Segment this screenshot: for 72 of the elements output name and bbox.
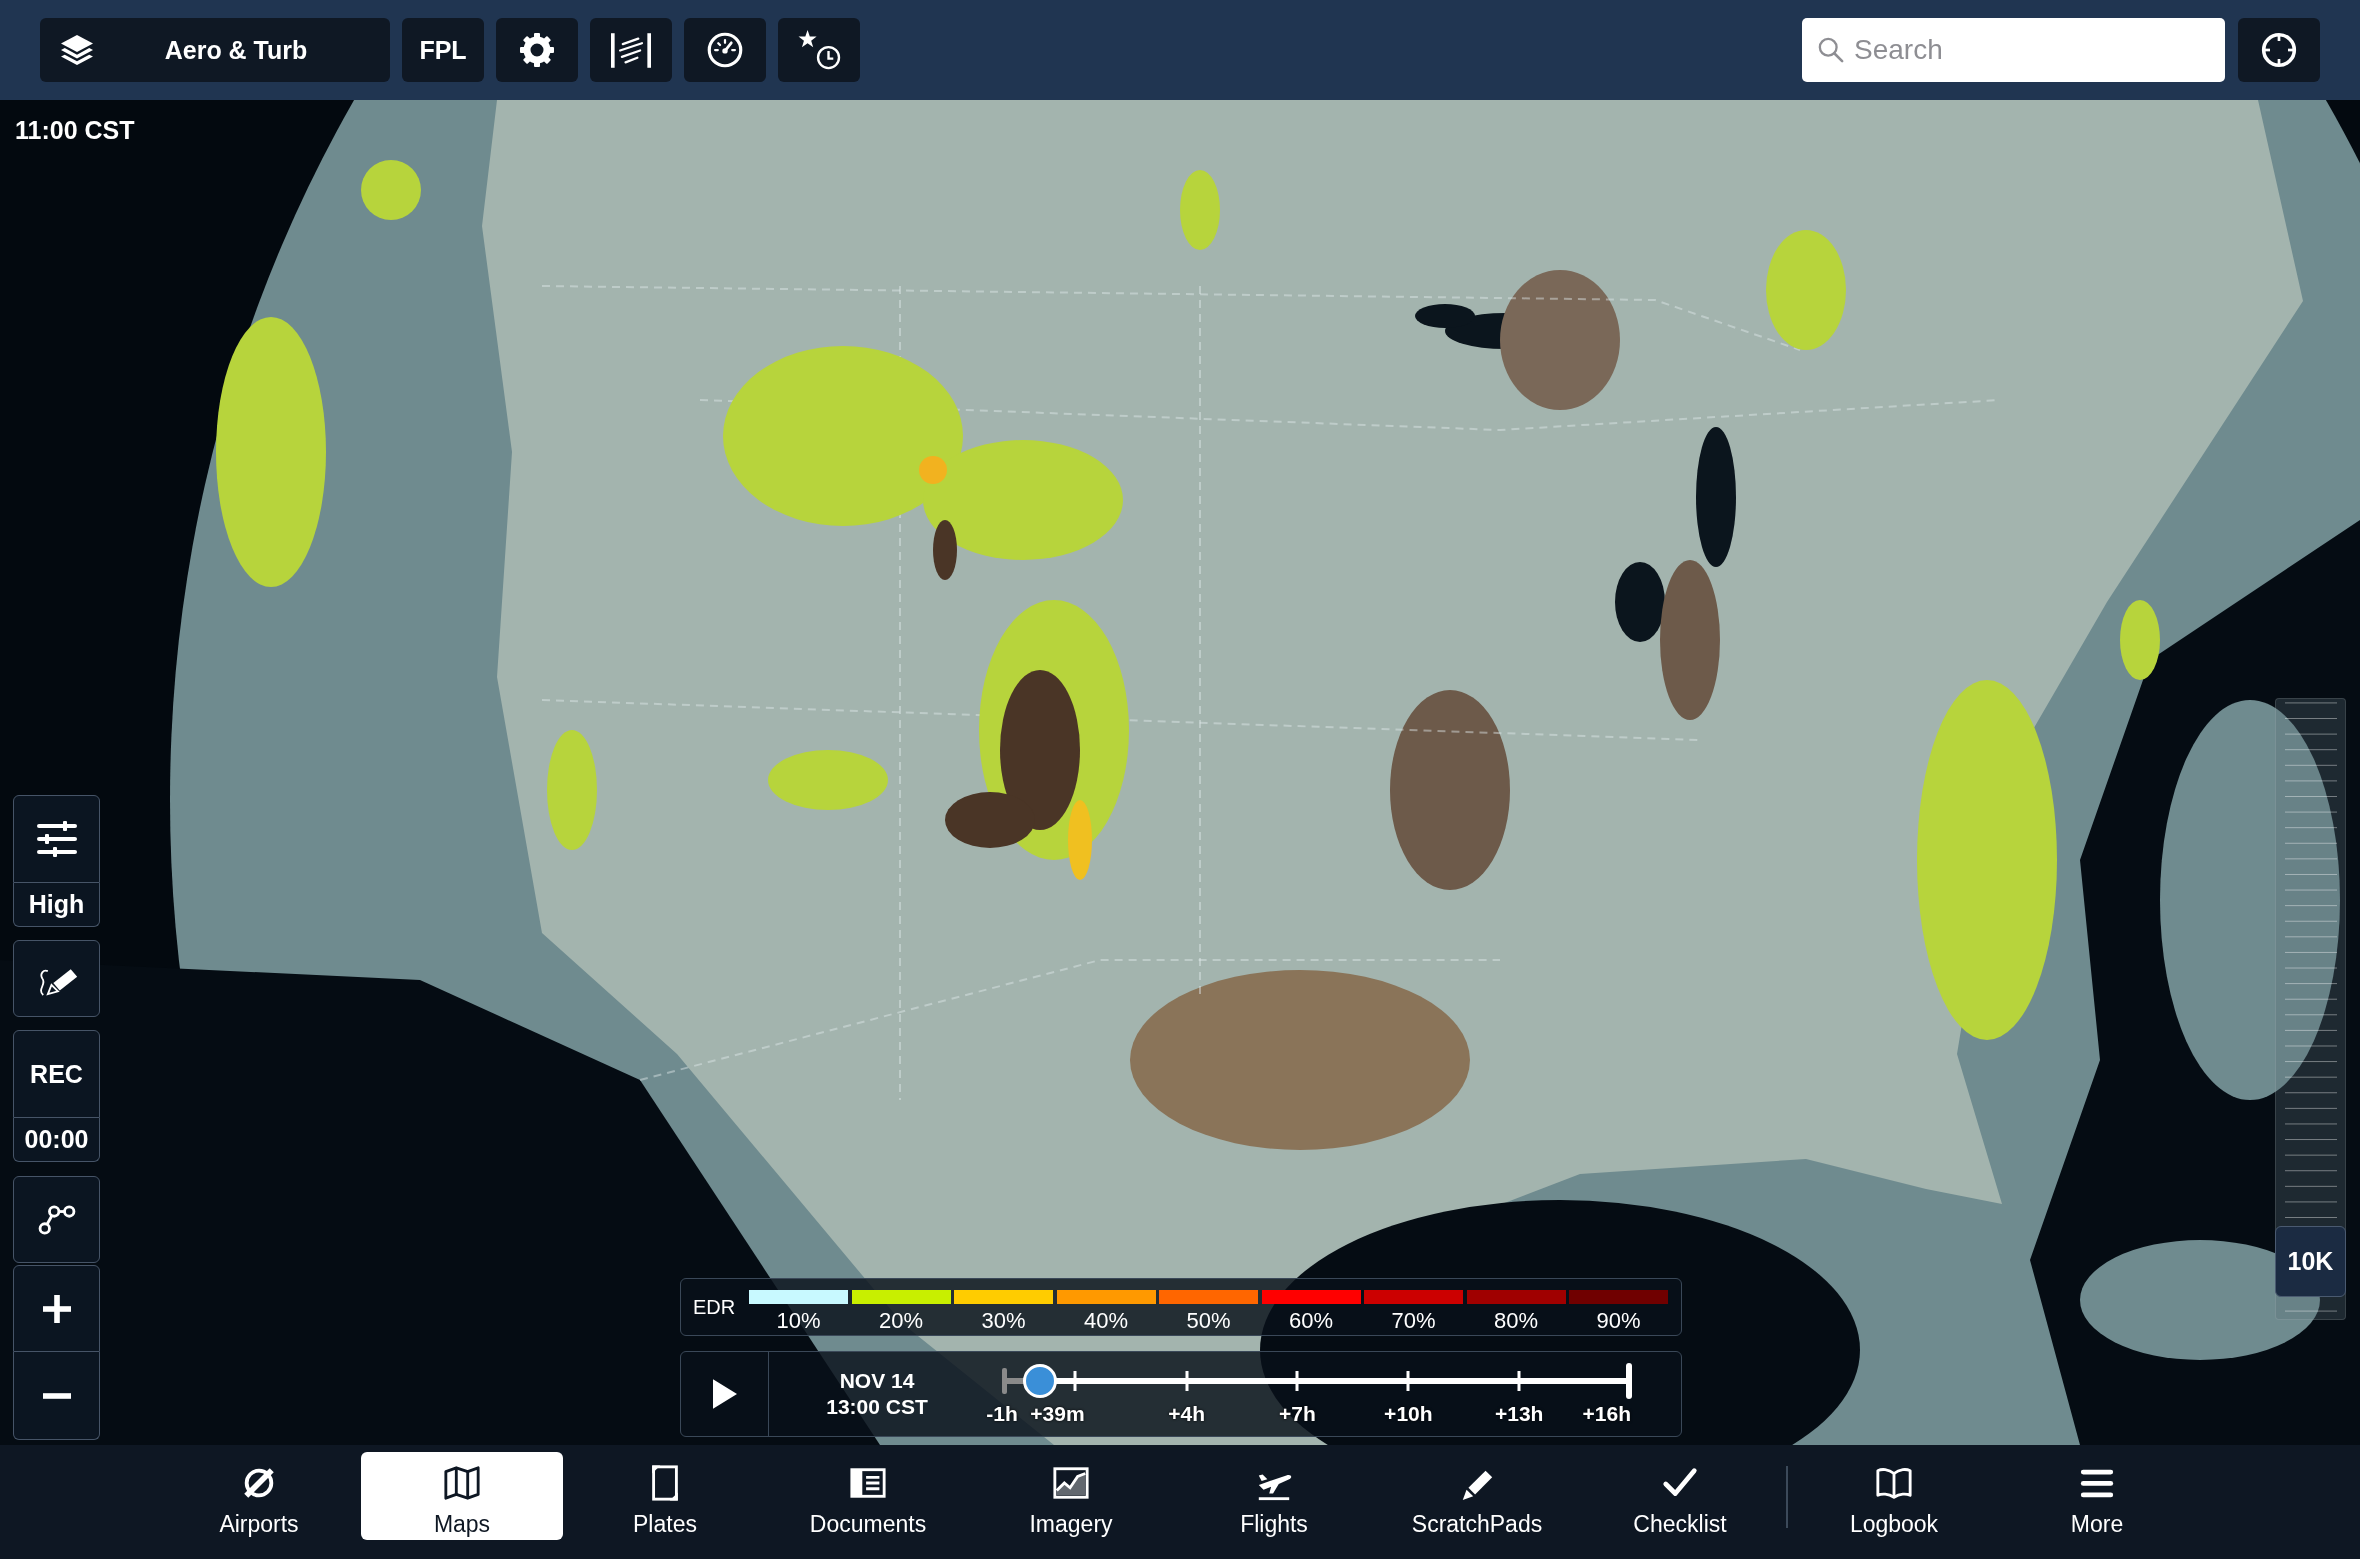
nav-tab[interactable]: Airports	[158, 1452, 360, 1540]
plus-icon	[42, 1294, 71, 1323]
star-clock-icon	[797, 30, 841, 70]
legend-label: 90%	[1596, 1310, 1641, 1332]
timeline-tick-label: -1h	[986, 1402, 1018, 1426]
nav-tab[interactable]: Documents	[767, 1452, 969, 1540]
nav-tab[interactable]: Maps	[361, 1452, 563, 1540]
legend-label: 60%	[1288, 1310, 1333, 1332]
minus-icon	[42, 1392, 71, 1399]
tick-mark	[1185, 1371, 1189, 1391]
end-marker	[1626, 1363, 1632, 1399]
zoom-in-button[interactable]	[13, 1265, 100, 1352]
map-time-label: 11:00 CST	[15, 116, 135, 145]
record-button[interactable]: REC	[13, 1030, 100, 1118]
legend-label: 40%	[1083, 1310, 1128, 1332]
start-marker	[1002, 1368, 1007, 1394]
slanted-lines-button[interactable]	[590, 18, 672, 82]
star-clock-button[interactable]	[778, 18, 860, 82]
legend-label: 10%	[776, 1310, 821, 1332]
search-icon	[1818, 37, 1844, 63]
nav-tab[interactable]: Checklist	[1579, 1452, 1781, 1540]
folded-map-icon	[443, 1464, 481, 1502]
altitude-slider[interactable]: 10K	[2275, 698, 2346, 1320]
zoom-out-button[interactable]	[13, 1352, 100, 1440]
legend-label: 30%	[981, 1310, 1026, 1332]
detail-settings-button[interactable]	[13, 795, 100, 883]
chart-picture-icon	[1052, 1464, 1090, 1502]
nav-tab[interactable]: Imagery	[970, 1452, 1172, 1540]
route-icon	[37, 1203, 76, 1236]
detail-level-label: High	[13, 883, 100, 927]
legend-title: EDR	[693, 1295, 737, 1319]
tick-mark	[1406, 1371, 1410, 1391]
timeline-slider[interactable]	[1002, 1363, 1632, 1399]
timeline-tick-label: +13h	[1495, 1402, 1544, 1426]
settings-button[interactable]	[496, 18, 578, 82]
route-button[interactable]	[13, 1176, 100, 1263]
timeline-time: 13:00 CST	[826, 1394, 928, 1420]
nav-tab[interactable]: More	[1996, 1452, 2198, 1540]
gauge-button[interactable]	[684, 18, 766, 82]
layers-icon	[60, 34, 94, 66]
nav-tab[interactable]: ScratchPads	[1376, 1452, 1578, 1540]
timeline-date: NOV 14	[839, 1367, 915, 1394]
turbulence-area	[361, 160, 421, 220]
altitude-thumb[interactable]: 10K	[2275, 1226, 2346, 1298]
legend-label: 70%	[1391, 1310, 1436, 1332]
gauge-icon	[707, 32, 743, 68]
timeline-tick-label: +39m	[1030, 1402, 1085, 1426]
nav-tab[interactable]: Plates	[564, 1452, 766, 1540]
tick-mark	[1517, 1371, 1521, 1391]
slanted-lines-icon	[611, 32, 651, 68]
nav-tab[interactable]: Flights	[1173, 1452, 1375, 1540]
layers-button[interactable]: Aero & Turb	[40, 18, 390, 82]
tick-mark	[1295, 1371, 1299, 1391]
legend-label: 20%	[878, 1310, 923, 1332]
crosshair-icon	[2261, 32, 2297, 68]
play-icon	[712, 1379, 737, 1409]
timeline-tick-label: +4h	[1168, 1402, 1205, 1426]
timeline-tick-label: +16h	[1582, 1402, 1631, 1426]
timeline-tick-label: +10h	[1384, 1402, 1433, 1426]
legend-label: 80%	[1493, 1310, 1538, 1332]
search-field[interactable]: Search	[1802, 18, 2225, 82]
draw-button[interactable]	[13, 940, 100, 1017]
locate-button[interactable]	[2238, 18, 2320, 82]
nav-tab[interactable]: Logbook	[1793, 1452, 1995, 1540]
sliders-icon	[36, 821, 77, 857]
timeline-thumb[interactable]	[1022, 1364, 1057, 1398]
record-timer: 00:00	[13, 1118, 100, 1162]
tick-mark	[1073, 1371, 1077, 1391]
legend-label: 50%	[1186, 1310, 1231, 1332]
timeline-tick-label: +7h	[1279, 1402, 1316, 1426]
flight-plan-button[interactable]: FPL	[402, 18, 484, 82]
settings-icon	[519, 32, 555, 68]
